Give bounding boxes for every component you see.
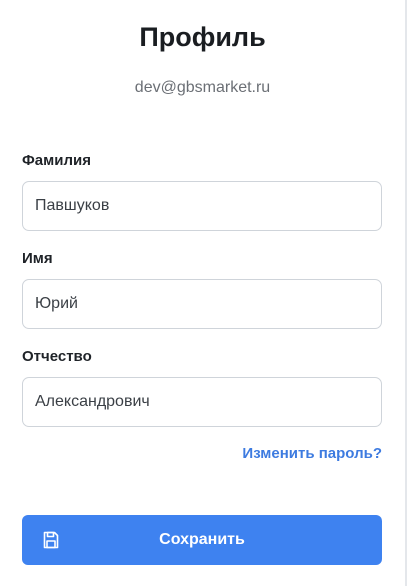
first-name-field[interactable] (22, 279, 382, 329)
middle-name-label: Отчество (22, 348, 92, 365)
save-button-label: Сохранить (159, 531, 245, 548)
page-title: Профиль (139, 22, 266, 52)
user-email: dev@gbsmarket.ru (134, 79, 271, 96)
first-name-label: Имя (22, 250, 53, 267)
change-password-link[interactable]: Изменить пароль? (242, 445, 382, 462)
last-name-field[interactable] (22, 181, 382, 231)
last-name-label: Фамилия (22, 152, 91, 169)
middle-name-field[interactable] (22, 377, 382, 427)
save-button[interactable]: Сохранить (22, 515, 382, 565)
profile-page: Профиль dev@gbsmarket.ru Фамилия Имя Отч… (0, 0, 407, 586)
